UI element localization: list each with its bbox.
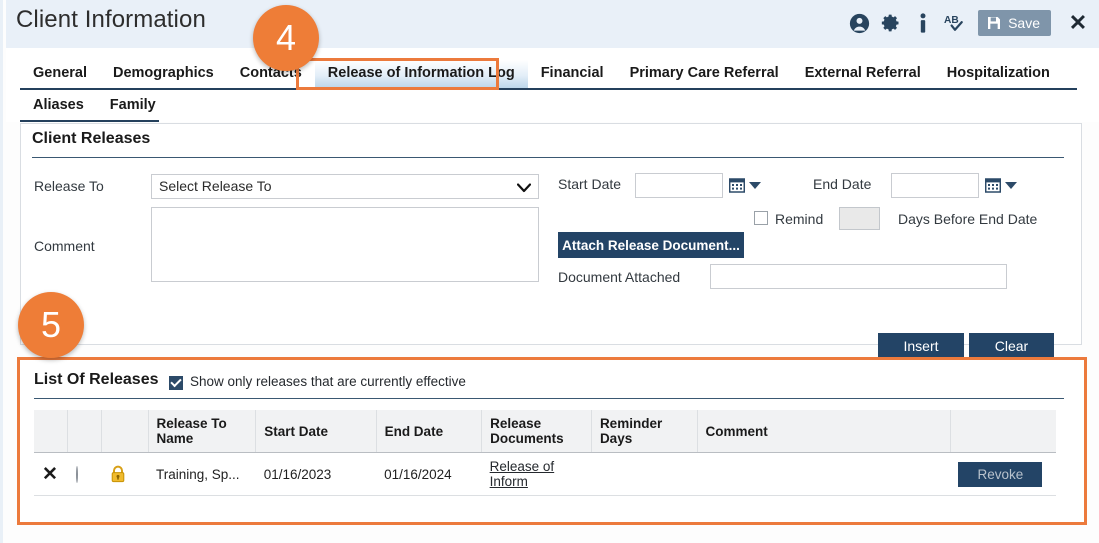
close-icon[interactable]: ✕ — [1065, 10, 1091, 36]
tab-hospitalization[interactable]: Hospitalization — [934, 63, 1063, 88]
chevron-down-icon — [516, 180, 532, 198]
th-release-documents: Release Documents — [481, 410, 592, 453]
remind-label: Remind — [775, 211, 824, 227]
cell-action: Revoke — [950, 452, 1056, 496]
info-icon[interactable] — [912, 12, 934, 34]
tab-general[interactable]: General — [20, 63, 100, 88]
th-delete — [34, 410, 69, 453]
save-label: Save — [1008, 15, 1040, 31]
cell-end-date: 01/16/2024 — [376, 452, 482, 496]
step-badge-5: 5 — [18, 292, 84, 358]
th-select — [67, 410, 103, 453]
tab-primary-care-referral[interactable]: Primary Care Referral — [617, 63, 792, 88]
tab-aliases[interactable]: Aliases — [20, 95, 97, 120]
revoke-button[interactable]: Revoke — [958, 461, 1043, 487]
th-lock — [101, 410, 149, 453]
settings-gear-icon[interactable] — [880, 12, 902, 34]
select-row-radio[interactable] — [75, 465, 78, 483]
list-of-releases-section: List Of Releases Show only releases that… — [17, 357, 1087, 525]
releases-table-body: ✕ Training, Sp... 01/16/2023 01/16/2024 … — [34, 452, 1056, 496]
document-attached-label: Document Attached — [558, 269, 681, 285]
svg-text:AB: AB — [944, 15, 959, 26]
tab-demographics[interactable]: Demographics — [100, 63, 227, 88]
cell-delete: ✕ — [34, 452, 68, 496]
th-start-date: Start Date — [255, 410, 377, 453]
days-before-end-date-label: Days Before End Date — [898, 211, 1038, 227]
insert-button[interactable]: Insert — [878, 333, 964, 358]
start-date-dropdown-arrow[interactable] — [749, 182, 761, 189]
th-comment: Comment — [697, 410, 951, 453]
table-header-row: Release To Name Start Date End Date Rele… — [34, 410, 1056, 453]
panel-divider — [32, 157, 1064, 158]
list-divider — [34, 398, 1064, 399]
start-date-label: Start Date — [558, 176, 622, 192]
cell-comment — [697, 452, 951, 496]
cell-start-date: 01/16/2023 — [255, 452, 377, 496]
clear-button[interactable]: Clear — [969, 333, 1054, 358]
tab-bar: General Demographics Contacts Release of… — [6, 48, 1099, 122]
release-to-select[interactable]: Select Release To — [151, 174, 539, 199]
header-toolbar: AB Save ✕ — [848, 8, 1091, 38]
release-to-label: Release To — [34, 178, 104, 194]
show-only-effective-label: Show only releases that are currently ef… — [190, 374, 466, 389]
end-date-dropdown-arrow[interactable] — [1005, 182, 1017, 189]
reminder-days-input[interactable] — [839, 207, 880, 230]
end-date-label: End Date — [813, 176, 872, 192]
remind-checkbox[interactable] — [754, 211, 768, 225]
releases-table-header: Release To Name Start Date End Date Rele… — [34, 410, 1056, 453]
document-attached-input[interactable] — [710, 264, 1007, 289]
page-frame: Client Information AB Save ✕ General Dem… — [0, 0, 1099, 543]
page-title: Client Information — [16, 6, 206, 33]
release-to-value: Select Release To — [159, 178, 272, 194]
spell-check-icon[interactable]: AB — [944, 12, 966, 34]
delete-row-icon[interactable]: ✕ — [42, 464, 58, 485]
cell-lock — [101, 452, 149, 496]
th-end-date: End Date — [376, 410, 483, 453]
attach-release-document-button[interactable]: Attach Release Document... — [558, 232, 744, 258]
tab-external-referral[interactable]: External Referral — [792, 63, 934, 88]
show-only-effective-checkbox[interactable] — [169, 376, 183, 390]
tab-release-of-information-log[interactable]: Release of Information Log — [314, 59, 528, 88]
release-document-link[interactable]: Release of Inform — [490, 459, 555, 489]
end-date-calendar-icon[interactable] — [984, 177, 1002, 193]
th-reminder-days: Reminder Days — [591, 410, 698, 453]
client-information-window: Client Information AB Save ✕ General Dem… — [0, 0, 1099, 543]
releases-table: Release To Name Start Date End Date Rele… — [34, 410, 1056, 496]
th-action — [950, 410, 1056, 453]
tab-row-secondary: Aliases Family — [20, 92, 159, 122]
th-release-to-name: Release To Name — [148, 410, 257, 453]
client-releases-title: Client Releases — [32, 130, 151, 147]
cell-release-documents: Release of Inform — [481, 452, 592, 496]
floppy-disk-icon — [988, 17, 1001, 29]
window-header: Client Information AB Save ✕ — [6, 0, 1099, 48]
end-date-input[interactable] — [891, 173, 979, 198]
cell-release-to-name: Training, Sp... — [148, 452, 256, 496]
start-date-input[interactable] — [635, 173, 723, 198]
start-date-calendar-icon[interactable] — [728, 177, 746, 193]
cell-reminder-days — [591, 452, 698, 496]
tab-family[interactable]: Family — [97, 95, 169, 120]
lock-icon — [111, 465, 124, 483]
step-badge-4: 4 — [253, 5, 319, 71]
table-row: ✕ Training, Sp... 01/16/2023 01/16/2024 … — [34, 452, 1056, 496]
comment-textarea[interactable] — [151, 207, 539, 282]
cell-select — [67, 452, 102, 496]
account-icon[interactable] — [848, 12, 870, 34]
list-of-releases-title: List Of Releases — [34, 371, 159, 388]
save-button[interactable]: Save — [978, 10, 1051, 36]
tab-row-primary: General Demographics Contacts Release of… — [20, 59, 1077, 90]
tab-financial[interactable]: Financial — [528, 63, 617, 88]
comment-label: Comment — [34, 238, 95, 254]
